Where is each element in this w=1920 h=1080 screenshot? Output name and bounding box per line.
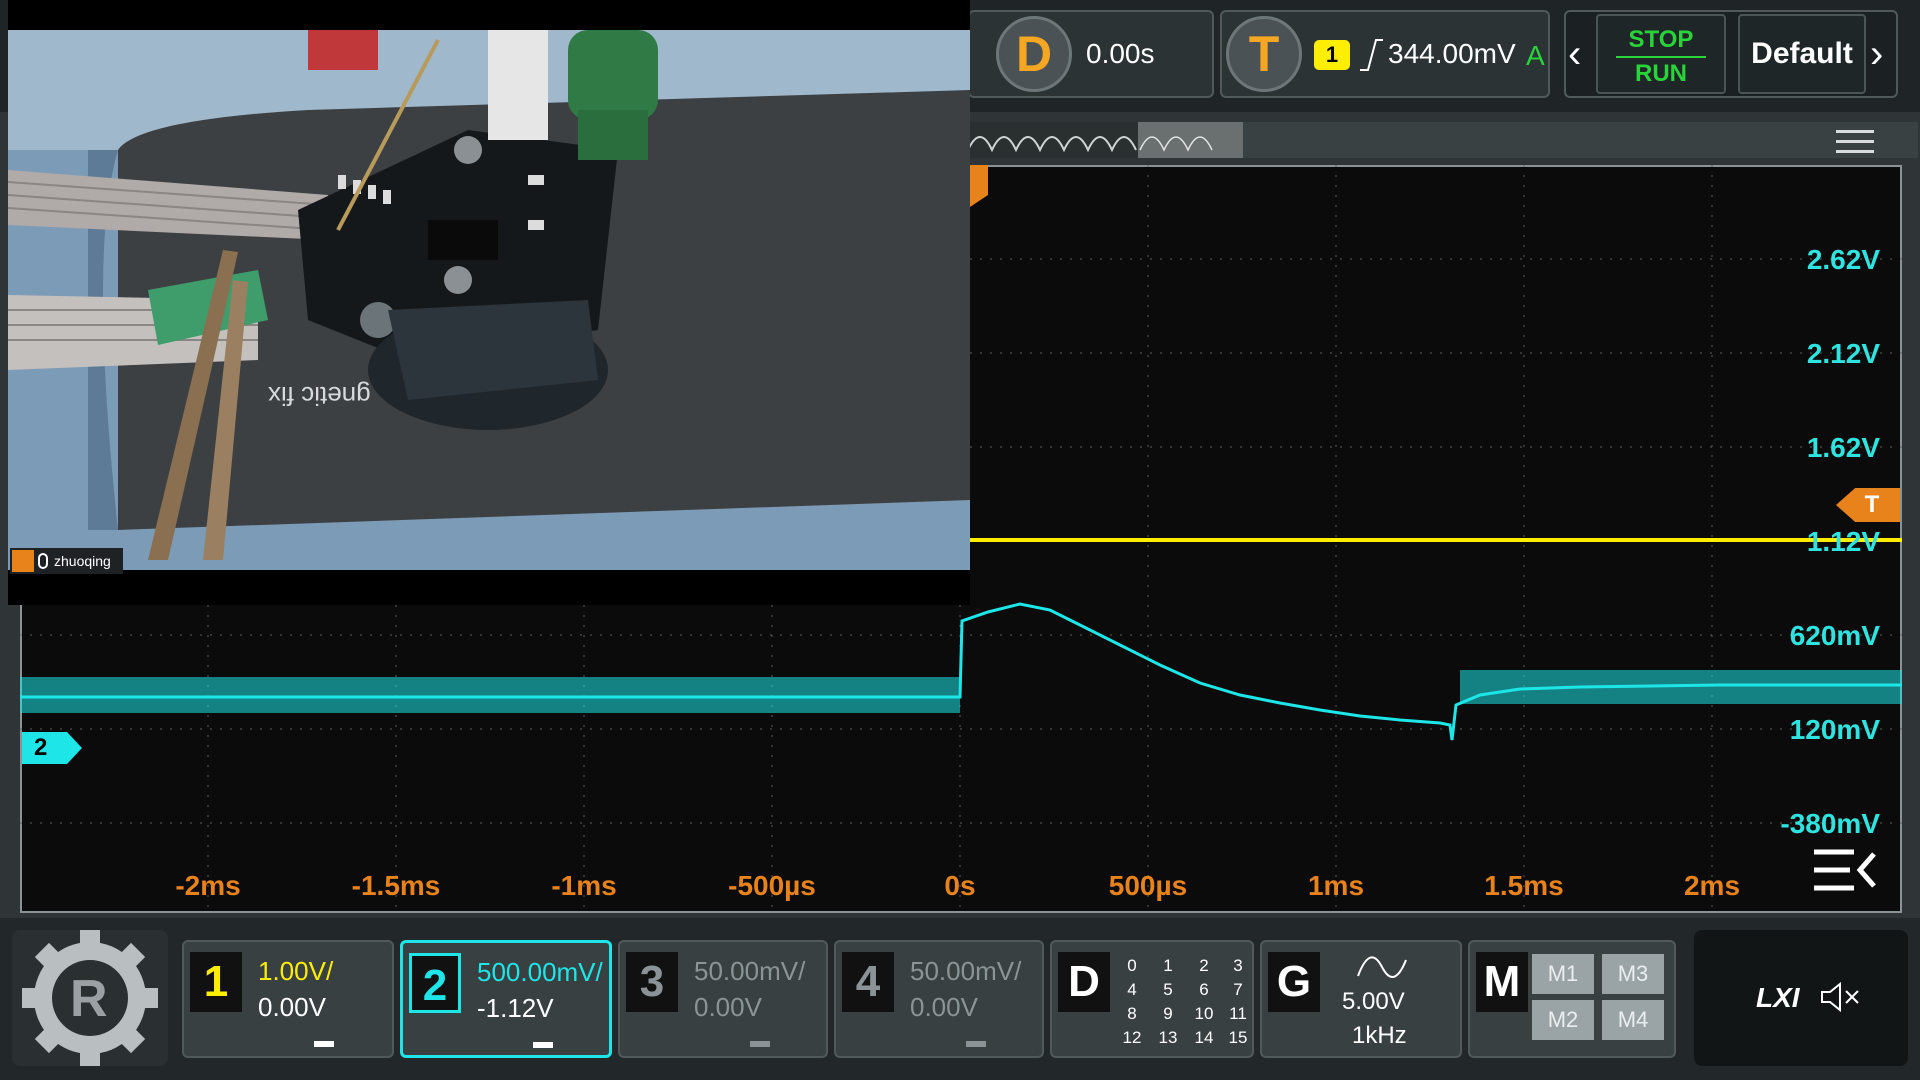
default-button[interactable]: Default: [1738, 14, 1866, 94]
time-label: -500µs: [728, 870, 816, 901]
delay-panel[interactable]: D 0.00s: [968, 10, 1214, 98]
volt-label: 2.62V: [1806, 244, 1880, 275]
sine-wave-icon: [1357, 956, 1407, 978]
digital-channel: 6: [1199, 980, 1209, 999]
case-text: gnetic fix: [268, 381, 371, 411]
channel-2-number: 2: [409, 953, 461, 1013]
svg-text:R: R: [70, 970, 108, 1028]
dc-coupling-icon: ▬: [533, 1031, 554, 1053]
volt-label: 120mV: [1789, 714, 1880, 745]
volt-label: 2.12V: [1806, 338, 1880, 369]
digital-channel: 1: [1163, 956, 1173, 975]
trigger-position-marker: [970, 165, 988, 207]
mic-icon: [38, 553, 48, 569]
time-label: -1.5ms: [351, 870, 441, 901]
collapse-menu-icon[interactable]: [1810, 846, 1880, 894]
ch2-noise-band-right: [1460, 670, 1902, 704]
math-m4-button[interactable]: M4: [1602, 1000, 1664, 1040]
volt-label: 1.12V: [1806, 526, 1880, 557]
digital-channel: 15: [1228, 1028, 1248, 1047]
run-label: RUN: [1635, 60, 1687, 87]
channel-1-panel[interactable]: 1 1.00V/ 0.00V ▬: [182, 940, 394, 1058]
channel-1-offset: 0.00V: [258, 992, 326, 1022]
time-label: 1ms: [1307, 870, 1365, 901]
trigger-icon: T: [1226, 16, 1302, 92]
overview-waveform[interactable]: [968, 122, 1248, 158]
channel-4-number: 4: [842, 952, 894, 1012]
math-m3-button[interactable]: M3: [1602, 954, 1664, 994]
channel-1-number: 1: [190, 952, 242, 1012]
lxi-label: LXI: [1756, 982, 1800, 1013]
dc-coupling-icon: ▬: [966, 1030, 987, 1052]
time-label: -1ms: [551, 870, 617, 901]
delay-icon: D: [996, 16, 1072, 92]
math-m2-button[interactable]: M2: [1532, 1000, 1594, 1040]
channel-4-offset: 0.00V: [910, 992, 978, 1022]
volt-label: -380mV: [1780, 808, 1880, 839]
trigger-source-badge: 1: [1314, 40, 1350, 70]
channel-3-scale: 50.00mV/: [694, 956, 806, 986]
digital-channel: 2: [1199, 956, 1209, 975]
channel-3-offset: 0.00V: [694, 992, 762, 1022]
channel-1-scale: 1.00V/: [258, 956, 334, 986]
digital-channel: 0: [1127, 956, 1137, 975]
digital-channel: 5: [1163, 980, 1173, 999]
math-panel[interactable]: M M1 M3 M2 M4: [1468, 940, 1676, 1058]
prev-arrow-icon[interactable]: ‹: [1568, 34, 1581, 74]
channel-2-offset: -1.12V: [477, 993, 554, 1023]
channel-4-panel[interactable]: 4 50.00mV/ 0.00V ▬: [834, 940, 1044, 1058]
math-m1-button[interactable]: M1: [1532, 954, 1594, 994]
volt-label: 620mV: [1789, 620, 1880, 651]
dc-coupling-icon: ▬: [314, 1030, 335, 1052]
digital-channel: 7: [1233, 980, 1243, 999]
digital-panel[interactable]: D 0 1 2 3 4 5 6 7 8 9 10 11 12 13 14 15: [1050, 940, 1254, 1058]
time-label: 1.5ms: [1484, 870, 1564, 901]
generator-panel[interactable]: G 5.00V 1kHz: [1260, 940, 1462, 1058]
digital-channel: 4: [1127, 980, 1137, 999]
ch2-noise-band-left: [20, 677, 960, 713]
digital-channel: 13: [1158, 1028, 1178, 1047]
time-label: -2ms: [175, 870, 241, 901]
digital-channel: 12: [1122, 1028, 1142, 1047]
time-label: 2ms: [1683, 870, 1741, 901]
channel-4-scale: 50.00mV/: [910, 956, 1022, 986]
generator-label: G: [1268, 952, 1320, 1012]
menu-icon[interactable]: [1836, 130, 1874, 153]
math-label: M: [1476, 952, 1528, 1012]
generator-amplitude: 5.00V: [1342, 988, 1405, 1015]
digital-channel: 9: [1163, 1004, 1173, 1023]
channel-3-panel[interactable]: 3 50.00mV/ 0.00V ▬: [618, 940, 828, 1058]
stop-run-button[interactable]: STOP RUN: [1596, 14, 1726, 94]
stop-label: STOP: [1628, 26, 1694, 53]
digital-channel: 8: [1127, 1004, 1137, 1023]
time-label: 0s: [944, 870, 976, 901]
status-panel: LXI: [1694, 930, 1908, 1066]
delay-value: 0.00s: [1086, 38, 1155, 69]
digital-channel: 14: [1194, 1028, 1214, 1047]
camera-image: [7, 0, 970, 605]
trigger-mode: A: [1526, 40, 1545, 71]
digital-channel: 10: [1194, 1004, 1214, 1023]
channel-2-scale: 500.00mV/: [477, 957, 603, 987]
logo-button[interactable]: R: [12, 930, 168, 1066]
generator-frequency: 1kHz: [1352, 1022, 1407, 1049]
time-label: 500µs: [1108, 870, 1188, 901]
digital-channel: 3: [1233, 956, 1243, 975]
dc-coupling-icon: ▬: [750, 1030, 771, 1052]
volt-label: 1.62V: [1806, 432, 1880, 463]
username-label: zhuoqing: [54, 553, 111, 569]
channel-2-panel[interactable]: 2 500.00mV/ -1.12V ▬: [400, 940, 612, 1058]
digital-label: D: [1058, 952, 1110, 1012]
participant-tag: zhuoqing: [10, 548, 123, 574]
next-arrow-icon[interactable]: ›: [1870, 34, 1883, 74]
gear-logo-icon: R: [22, 930, 158, 1066]
sound-muted-icon[interactable]: [1818, 980, 1864, 1014]
camera-overlay[interactable]: gnetic fix zhuoqing: [7, 0, 970, 605]
digital-channel: 11: [1229, 1004, 1247, 1023]
trigger-level: 344.00mV: [1388, 38, 1516, 69]
channel-3-number: 3: [626, 952, 678, 1012]
user-icon: [12, 550, 34, 572]
trigger-panel[interactable]: T 1 344.00mV A: [1220, 10, 1550, 98]
rising-edge-icon: [1360, 39, 1383, 71]
